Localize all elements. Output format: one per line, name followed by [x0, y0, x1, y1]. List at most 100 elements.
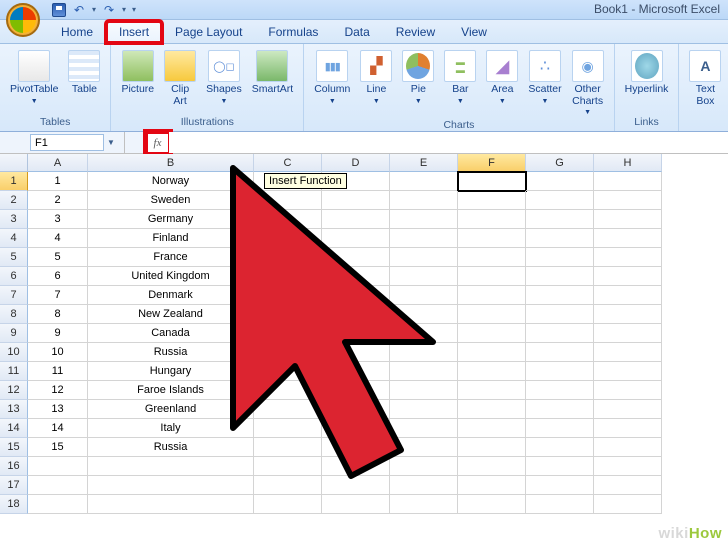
cells-area[interactable]: Insert Function 1Norway2Sweden3Germany4F…	[28, 172, 662, 514]
other-charts-button[interactable]: Other Charts▼	[568, 48, 608, 118]
cell-D12[interactable]	[322, 381, 390, 400]
cell-D5[interactable]	[322, 248, 390, 267]
cell-D17[interactable]	[322, 476, 390, 495]
cell-A17[interactable]	[28, 476, 88, 495]
cell-H16[interactable]	[594, 457, 662, 476]
cell-E5[interactable]	[390, 248, 458, 267]
cell-F5[interactable]	[458, 248, 526, 267]
cell-G16[interactable]	[526, 457, 594, 476]
cell-H15[interactable]	[594, 438, 662, 457]
column-chart-button[interactable]: Column▼	[310, 48, 354, 118]
cell-A1[interactable]: 1	[28, 172, 88, 191]
column-header-G[interactable]: G	[526, 154, 594, 172]
bar-chart-button[interactable]: Bar▼	[440, 48, 480, 118]
cell-H18[interactable]	[594, 495, 662, 514]
textbox-button[interactable]: Text Box	[685, 48, 725, 109]
cell-H11[interactable]	[594, 362, 662, 381]
cell-B16[interactable]	[88, 457, 254, 476]
row-header-1[interactable]: 1	[0, 172, 28, 191]
cell-E8[interactable]	[390, 305, 458, 324]
column-header-D[interactable]: D	[322, 154, 390, 172]
cell-G14[interactable]	[526, 419, 594, 438]
tab-home[interactable]: Home	[48, 21, 106, 43]
smartart-button[interactable]: SmartArt	[248, 48, 297, 109]
cell-B2[interactable]: Sweden	[88, 191, 254, 210]
cell-C17[interactable]	[254, 476, 322, 495]
area-chart-button[interactable]: Area▼	[482, 48, 522, 118]
redo-icon[interactable]: ↷	[102, 3, 116, 17]
row-header-18[interactable]: 18	[0, 495, 28, 514]
cell-G8[interactable]	[526, 305, 594, 324]
cell-B9[interactable]: Canada	[88, 324, 254, 343]
cell-D11[interactable]	[322, 362, 390, 381]
cell-F7[interactable]	[458, 286, 526, 305]
cell-B18[interactable]	[88, 495, 254, 514]
pivottable-button[interactable]: PivotTable▼	[6, 48, 62, 107]
redo-dropdown-icon[interactable]: ▾	[122, 5, 126, 14]
cell-G15[interactable]	[526, 438, 594, 457]
picture-button[interactable]: Picture	[117, 48, 158, 109]
cell-G2[interactable]	[526, 191, 594, 210]
cell-A15[interactable]: 15	[28, 438, 88, 457]
cell-A7[interactable]: 7	[28, 286, 88, 305]
cell-H4[interactable]	[594, 229, 662, 248]
row-header-3[interactable]: 3	[0, 210, 28, 229]
cell-H10[interactable]	[594, 343, 662, 362]
cell-C8[interactable]	[254, 305, 322, 324]
undo-dropdown-icon[interactable]: ▾	[92, 5, 96, 14]
cell-D4[interactable]	[322, 229, 390, 248]
cell-E15[interactable]	[390, 438, 458, 457]
cell-C5[interactable]	[254, 248, 322, 267]
cell-G13[interactable]	[526, 400, 594, 419]
row-header-13[interactable]: 13	[0, 400, 28, 419]
cell-D10[interactable]	[322, 343, 390, 362]
column-header-C[interactable]: C	[254, 154, 322, 172]
cell-D18[interactable]	[322, 495, 390, 514]
cell-C2[interactable]	[254, 191, 322, 210]
cell-E16[interactable]	[390, 457, 458, 476]
row-header-16[interactable]: 16	[0, 457, 28, 476]
cell-H6[interactable]	[594, 267, 662, 286]
tab-view[interactable]: View	[448, 21, 500, 43]
cell-B8[interactable]: New Zealand	[88, 305, 254, 324]
cell-H7[interactable]	[594, 286, 662, 305]
cell-B12[interactable]: Faroe Islands	[88, 381, 254, 400]
cell-H8[interactable]	[594, 305, 662, 324]
cell-E12[interactable]	[390, 381, 458, 400]
formula-input[interactable]	[169, 132, 728, 153]
cell-A6[interactable]: 6	[28, 267, 88, 286]
cell-G9[interactable]	[526, 324, 594, 343]
pie-chart-button[interactable]: Pie▼	[398, 48, 438, 118]
tab-page-layout[interactable]: Page Layout	[162, 21, 255, 43]
cell-C9[interactable]	[254, 324, 322, 343]
cell-C18[interactable]	[254, 495, 322, 514]
cell-F18[interactable]	[458, 495, 526, 514]
cell-A10[interactable]: 10	[28, 343, 88, 362]
cell-F13[interactable]	[458, 400, 526, 419]
cell-A16[interactable]	[28, 457, 88, 476]
cell-B7[interactable]: Denmark	[88, 286, 254, 305]
cell-C15[interactable]	[254, 438, 322, 457]
column-header-B[interactable]: B	[88, 154, 254, 172]
cell-B4[interactable]: Finland	[88, 229, 254, 248]
cell-G4[interactable]	[526, 229, 594, 248]
cell-B3[interactable]: Germany	[88, 210, 254, 229]
row-header-15[interactable]: 15	[0, 438, 28, 457]
cell-D8[interactable]	[322, 305, 390, 324]
cell-B15[interactable]: Russia	[88, 438, 254, 457]
cell-C11[interactable]	[254, 362, 322, 381]
cell-C3[interactable]	[254, 210, 322, 229]
cell-E3[interactable]	[390, 210, 458, 229]
cell-E14[interactable]	[390, 419, 458, 438]
cell-G3[interactable]	[526, 210, 594, 229]
cell-C12[interactable]	[254, 381, 322, 400]
row-header-8[interactable]: 8	[0, 305, 28, 324]
row-header-14[interactable]: 14	[0, 419, 28, 438]
cell-B11[interactable]: Hungary	[88, 362, 254, 381]
cell-G18[interactable]	[526, 495, 594, 514]
cell-E6[interactable]	[390, 267, 458, 286]
row-header-2[interactable]: 2	[0, 191, 28, 210]
cell-G6[interactable]	[526, 267, 594, 286]
cell-E4[interactable]	[390, 229, 458, 248]
row-header-17[interactable]: 17	[0, 476, 28, 495]
